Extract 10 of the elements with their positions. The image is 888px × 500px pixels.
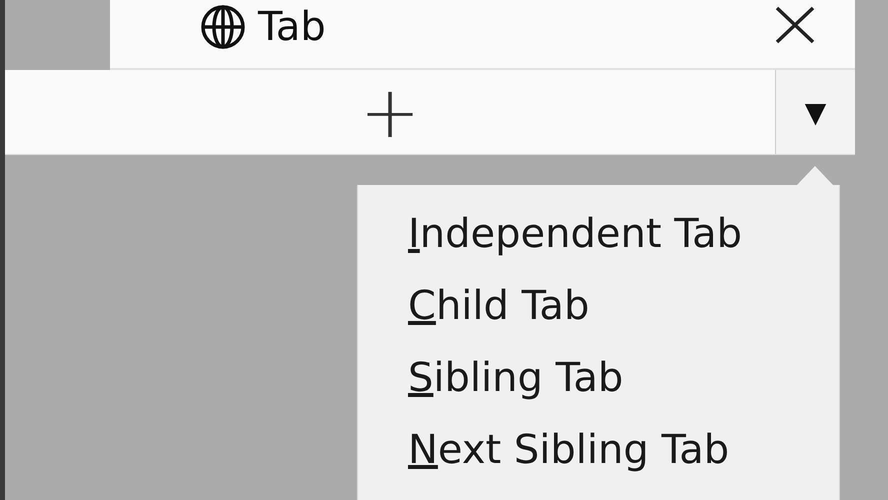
new-tab-button[interactable]: + <box>5 70 775 154</box>
tab-title: Tab <box>258 3 326 52</box>
menu-item[interactable]: Independent Tab <box>408 207 742 261</box>
menu-item[interactable]: Child Tab <box>408 279 590 333</box>
menu-item[interactable]: Next Sibling Tab <box>408 423 730 477</box>
menu-item[interactable]: Sibling Tab <box>408 351 624 405</box>
globe-icon <box>200 4 246 50</box>
browser-tab[interactable]: Tab <box>110 0 855 70</box>
dropdown-button[interactable]: ▼ <box>775 70 855 154</box>
close-icon[interactable] <box>773 6 817 46</box>
